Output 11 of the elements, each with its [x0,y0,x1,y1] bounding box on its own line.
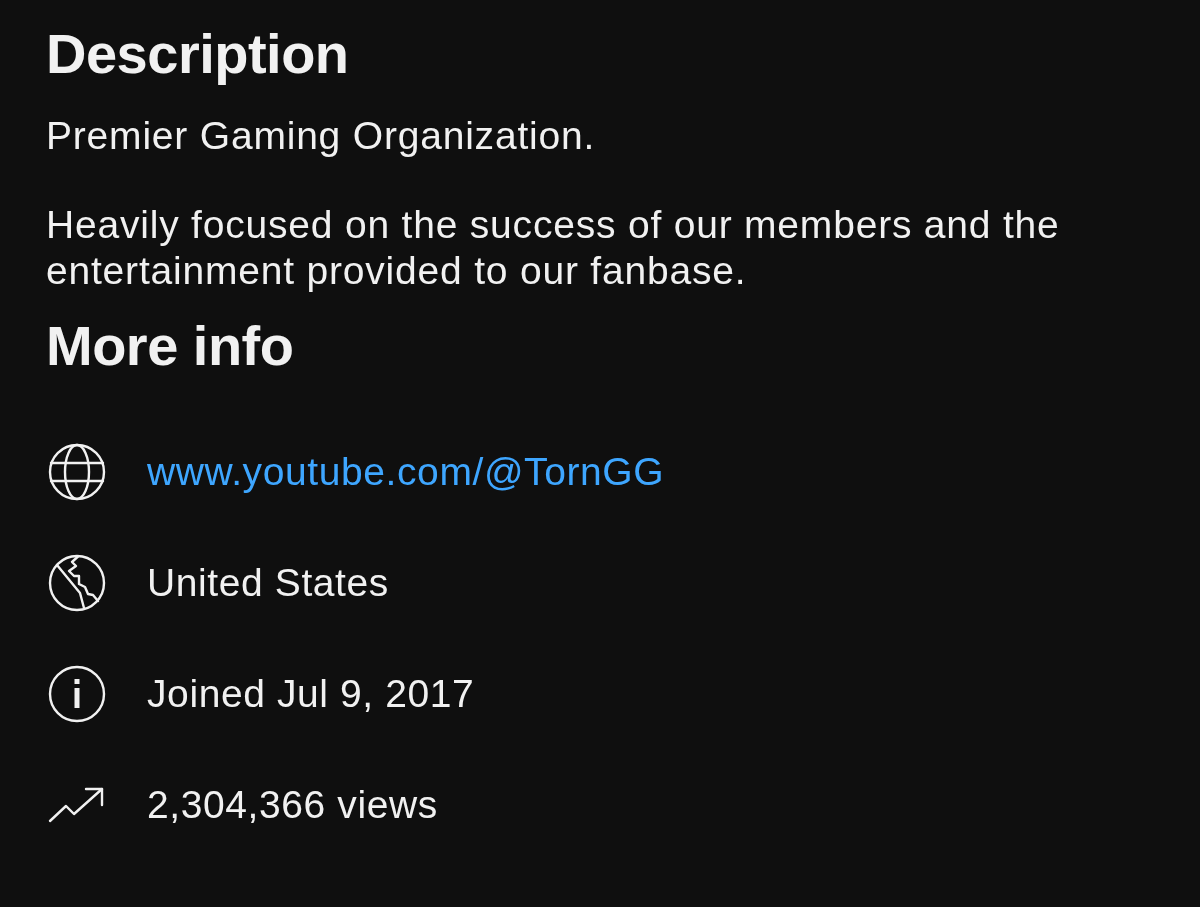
description-paragraph: Heavily focused on the success of our members and the entertainment provided to our fanbase. [46,202,1061,294]
joined-date-text: Joined Jul 9, 2017 [147,670,475,717]
section-heading: Description [46,21,349,87]
country-text: United States [147,559,389,606]
view-count-text: 2,304,366 views [147,781,438,828]
globe-icon [48,442,106,501]
earth-icon [48,553,106,612]
section-heading: More info [46,313,294,379]
description-paragraph: Premier Gaming Organization. [46,113,597,159]
channel-link[interactable]: www.youtube.com/@TornGG [147,448,665,495]
info-icon [48,664,106,723]
